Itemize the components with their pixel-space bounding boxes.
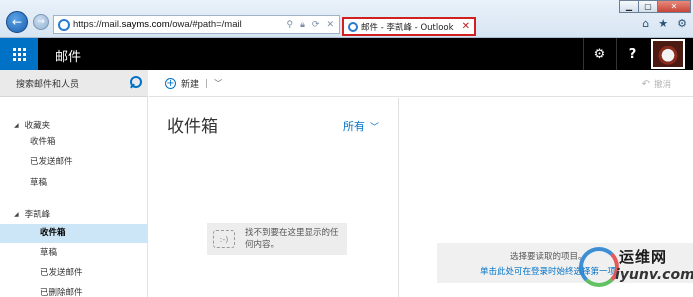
maximize-button[interactable]: ▢ xyxy=(638,0,658,13)
message-list: 收件箱 所有 ﹀ :-) 找不到要在这里显示的任何内容。 xyxy=(149,98,399,297)
tools-gear-icon[interactable]: ⚙ xyxy=(677,17,687,30)
minimize-button[interactable]: ▁ xyxy=(619,0,639,13)
favorites-item-sent[interactable]: 已发送邮件 xyxy=(0,153,147,172)
avatar[interactable] xyxy=(651,39,685,69)
lock-icon[interactable]: 🔒︎ xyxy=(300,19,305,30)
browser-tab[interactable]: 邮件 - 李凯峰 - Outlook ✕ xyxy=(342,17,476,36)
chevron-down-icon[interactable]: ﹀ xyxy=(214,78,222,89)
chevron-down-icon: ﹀ xyxy=(370,122,380,133)
search-icon[interactable]: ⚲ xyxy=(287,19,294,30)
watermark-en: iyunv.com xyxy=(615,267,693,283)
page-title: 收件箱 xyxy=(167,117,218,137)
ie-icon xyxy=(58,18,70,31)
filter-dropdown[interactable]: 所有 ﹀ xyxy=(343,118,379,134)
close-window-button[interactable]: ✕ xyxy=(657,0,691,13)
help-icon[interactable]: ? xyxy=(616,38,648,70)
browser-chrome: ▁ ▢ ✕ ← → https://mail.sayms.com/owa/#pa… xyxy=(0,0,693,38)
caret-down-icon: ◢ xyxy=(14,121,19,129)
home-icon[interactable]: ⌂ xyxy=(642,17,649,30)
url-prefix: https://mail. xyxy=(73,19,122,30)
tab-ie-icon xyxy=(348,21,358,32)
app-bar: 邮件 ⚙ ? xyxy=(0,38,693,70)
window-controls: ▁ ▢ ✕ xyxy=(619,0,691,13)
favorites-label: 收藏夹 xyxy=(24,121,51,131)
refresh-icon[interactable]: ⟳ xyxy=(312,19,320,30)
folder-item-drafts[interactable]: 草稿 xyxy=(0,244,147,263)
divider: | xyxy=(205,78,209,89)
favorites-item-inbox[interactable]: 收件箱 xyxy=(0,133,147,152)
tab-close-icon[interactable]: ✕ xyxy=(462,21,470,32)
new-mail-button[interactable]: + 新建 | ﹀ xyxy=(165,77,222,90)
watermark-logo: 运维网 iyunv.com xyxy=(579,243,693,295)
app-launcher-icon[interactable] xyxy=(0,38,38,70)
search-icon[interactable] xyxy=(128,76,142,90)
favorites-group[interactable]: ◢ 收藏夹 xyxy=(14,119,50,131)
favorites-star-icon[interactable]: ★ xyxy=(658,17,668,30)
close-icon[interactable]: ✕ xyxy=(326,19,334,30)
command-bar: + 新建 | ﹀ ↶ 撤消 xyxy=(149,70,693,97)
tab-title: 邮件 - 李凯峰 - Outlook xyxy=(361,22,454,33)
folder-item-deleted[interactable]: 已删除邮件 xyxy=(0,284,147,297)
account-group[interactable]: ◢ 李凯峰 xyxy=(14,208,50,220)
address-url[interactable]: https://mail.sayms.com/owa/#path=/mail xyxy=(73,19,287,30)
undo-button[interactable]: ↶ 撤消 xyxy=(641,78,671,91)
new-label: 新建 xyxy=(181,80,200,90)
smiley-icon: :-) xyxy=(213,230,235,248)
reading-hint: 选择要读取的项目。 xyxy=(510,252,587,262)
arrow-left-icon: ← xyxy=(11,15,23,29)
account-label: 李凯峰 xyxy=(24,210,51,220)
plus-icon: + xyxy=(165,78,176,89)
favorites-item-drafts[interactable]: 草稿 xyxy=(0,174,147,193)
address-actions: ⚲ 🔒︎ ⟳ ✕ xyxy=(287,19,334,30)
settings-gear-icon[interactable]: ⚙ xyxy=(583,38,615,70)
undo-label: 撤消 xyxy=(653,80,671,90)
arrow-right-icon: → xyxy=(37,17,45,27)
app-title: 邮件 xyxy=(55,50,82,65)
watermark-cn: 运维网 xyxy=(619,248,668,266)
empty-state: :-) 找不到要在这里显示的任何内容。 xyxy=(207,223,347,255)
browser-toolbar: ⌂ ★ ⚙ xyxy=(642,17,687,30)
folder-item-inbox[interactable]: 收件箱 xyxy=(0,224,147,243)
url-path: /owa/#path=/mail xyxy=(169,19,242,30)
folder-item-sent[interactable]: 已发送邮件 xyxy=(0,264,147,283)
back-button[interactable]: ← xyxy=(6,11,28,33)
search-input[interactable]: 搜索邮件和人员 xyxy=(16,77,128,90)
search-box[interactable]: 搜索邮件和人员 xyxy=(0,70,148,97)
caret-down-icon: ◢ xyxy=(14,210,19,218)
filter-label: 所有 xyxy=(343,120,365,133)
undo-icon: ↶ xyxy=(641,78,650,90)
address-bar[interactable]: https://mail.sayms.com/owa/#path=/mail ⚲… xyxy=(53,15,340,34)
folder-pane: ◢ 收藏夹 收件箱 已发送邮件 草稿 ◢ 李凯峰 收件箱 草稿 已发送邮件 已删… xyxy=(0,97,148,297)
empty-message: 找不到要在这里显示的任何内容。 xyxy=(245,228,339,250)
forward-button[interactable]: → xyxy=(33,14,49,30)
swirl-logo-icon xyxy=(579,247,619,287)
url-domain: sayms.com xyxy=(121,19,170,30)
